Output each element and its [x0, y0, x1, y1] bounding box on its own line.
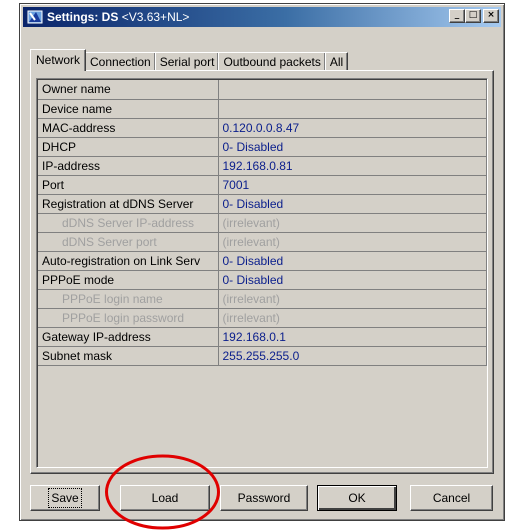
property-name: PPPoE login name [38, 289, 219, 309]
window-controls: _ □ × [449, 9, 499, 23]
property-value[interactable]: 7001 [218, 175, 487, 195]
property-name: Device name [38, 99, 219, 119]
property-value[interactable]: 0.120.0.0.8.47 [218, 118, 487, 138]
property-value[interactable] [218, 80, 487, 100]
load-button-label: Load [151, 491, 179, 505]
load-button[interactable]: Load [120, 485, 210, 511]
property-value[interactable]: 192.168.0.81 [218, 156, 487, 176]
property-value[interactable]: 0- Disabled [218, 137, 487, 157]
property-name: Gateway IP-address [38, 327, 219, 347]
cancel-button[interactable]: Cancel [410, 485, 493, 511]
property-name: Owner name [38, 80, 219, 100]
password-button-label: Password [237, 491, 291, 505]
property-value: (irrelevant) [218, 232, 487, 252]
tab-strip: Network Connection Serial port Outbound … [30, 49, 349, 71]
property-row[interactable]: Owner name [38, 80, 487, 100]
property-name: Registration at dDNS Server [38, 194, 219, 214]
property-value: (irrelevant) [218, 308, 487, 328]
tab-connection[interactable]: Connection [85, 52, 156, 71]
property-name: PPPoE mode [38, 270, 219, 290]
window-title: Settings: DS <V3.63+NL> [47, 10, 190, 24]
tab-serial-port[interactable]: Serial port [154, 52, 220, 71]
property-name: IP-address [38, 156, 219, 176]
property-value[interactable] [218, 99, 487, 119]
property-value[interactable]: 0- Disabled [218, 194, 487, 214]
settings-window: Settings: DS <V3.63+NL> _ □ × Network Co… [19, 3, 505, 521]
property-name: Subnet mask [38, 346, 219, 366]
ok-button-label: OK [348, 491, 366, 505]
minimize-button[interactable]: _ [449, 9, 465, 23]
property-value[interactable]: 0- Disabled [218, 251, 487, 271]
property-value[interactable]: 192.168.0.1 [218, 327, 487, 347]
property-name: dDNS Server IP-address [38, 213, 219, 233]
property-row[interactable]: IP-address 192.168.0.81 [38, 156, 487, 176]
property-table: Owner name Device name MAC-address 0.120.… [38, 80, 487, 366]
tab-outbound-packets[interactable]: Outbound packets [218, 52, 326, 71]
tab-network[interactable]: Network [30, 49, 87, 71]
password-button[interactable]: Password [220, 485, 308, 511]
property-row[interactable]: Registration at dDNS Server 0- Disabled [38, 194, 487, 214]
property-value: (irrelevant) [218, 289, 487, 309]
property-row[interactable]: PPPoE mode 0- Disabled [38, 270, 487, 290]
close-button[interactable]: × [483, 9, 499, 23]
property-row: PPPoE login password (irrelevant) [38, 308, 487, 328]
property-row[interactable]: Subnet mask 255.255.255.0 [38, 346, 487, 366]
property-name: DHCP [38, 137, 219, 157]
property-name: dDNS Server port [38, 232, 219, 252]
save-button[interactable]: Save [30, 485, 100, 511]
property-row[interactable]: Device name [38, 99, 487, 119]
property-grid: Owner name Device name MAC-address 0.120.… [36, 78, 488, 468]
property-name: Auto-registration on Link Serv [38, 251, 219, 271]
maximize-button[interactable]: □ [465, 9, 481, 23]
network-tab-panel: Owner name Device name MAC-address 0.120.… [30, 70, 494, 474]
property-row[interactable]: Port 7001 [38, 175, 487, 195]
property-value: (irrelevant) [218, 213, 487, 233]
ok-button[interactable]: OK [317, 485, 397, 511]
property-value[interactable]: 255.255.255.0 [218, 346, 487, 366]
app-icon [27, 9, 43, 25]
property-row[interactable]: Auto-registration on Link Serv 0- Disable… [38, 251, 487, 271]
property-row: dDNS Server port (irrelevant) [38, 232, 487, 252]
property-name: Port [38, 175, 219, 195]
tab-all[interactable]: All [324, 52, 349, 71]
property-name: PPPoE login password [38, 308, 219, 328]
property-row: dDNS Server IP-address (irrelevant) [38, 213, 487, 233]
title-bar[interactable]: Settings: DS <V3.63+NL> _ □ × [23, 7, 501, 27]
property-row[interactable]: Gateway IP-address 192.168.0.1 [38, 327, 487, 347]
property-row[interactable]: MAC-address 0.120.0.0.8.47 [38, 118, 487, 138]
property-row[interactable]: DHCP 0- Disabled [38, 137, 487, 157]
property-row: PPPoE login name (irrelevant) [38, 289, 487, 309]
property-name: MAC-address [38, 118, 219, 138]
property-value[interactable]: 0- Disabled [218, 270, 487, 290]
save-button-label: Save [48, 488, 82, 508]
cancel-button-label: Cancel [432, 491, 471, 505]
